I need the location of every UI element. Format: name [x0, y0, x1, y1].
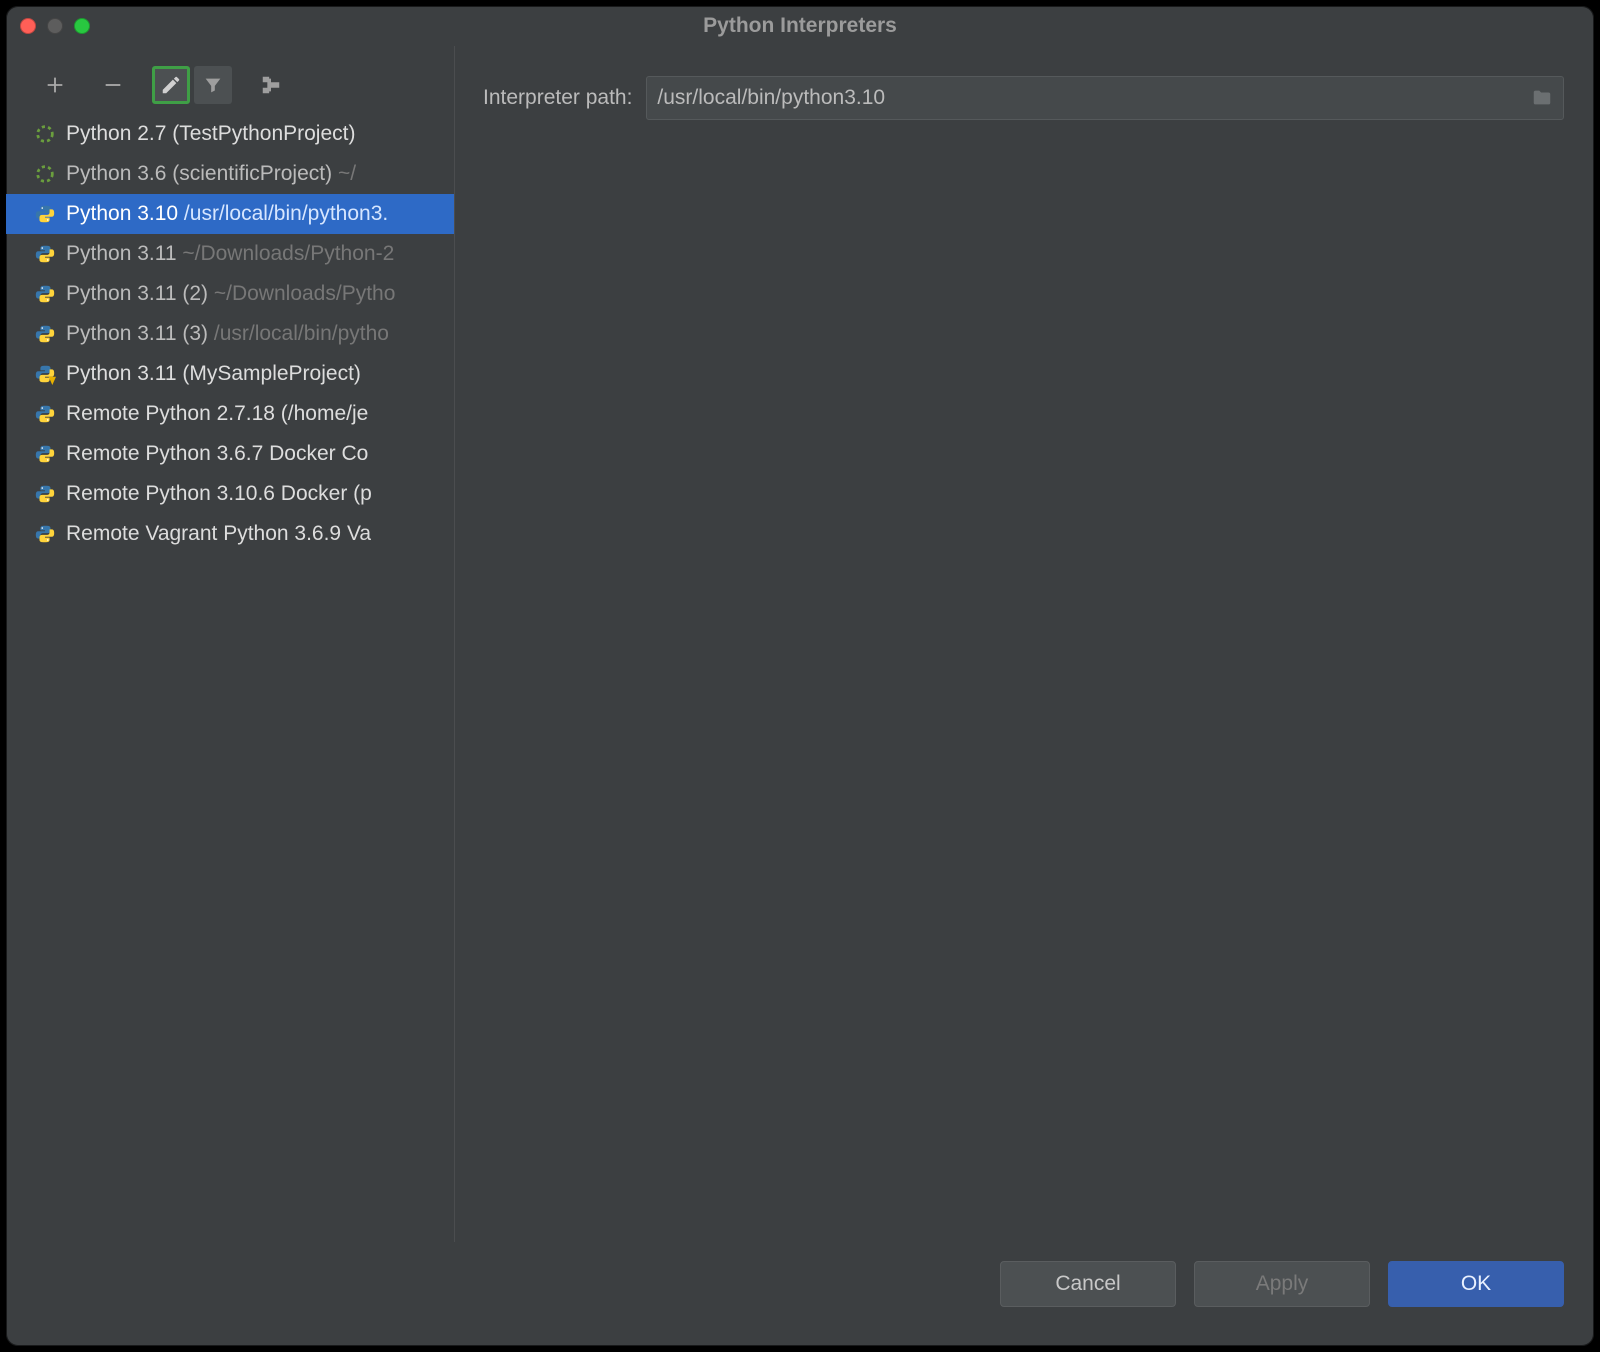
python-icon	[34, 443, 56, 465]
interpreter-label: Python 3.11 (MySampleProject)	[66, 362, 361, 386]
interpreter-label: Remote Python 3.6.7 Docker Co	[66, 442, 368, 466]
interpreter-list-item[interactable]: Python 3.11 (2) ~/Downloads/Pytho	[6, 274, 454, 314]
python-icon	[34, 203, 56, 225]
interpreter-path-label: Interpreter path:	[483, 86, 632, 110]
close-window-button[interactable]	[20, 18, 36, 34]
interpreter-list-item[interactable]: Remote Python 3.6.7 Docker Co	[6, 434, 454, 474]
cancel-button[interactable]: Cancel	[1000, 1261, 1176, 1307]
sidebar-toolbar	[6, 66, 454, 114]
interpreter-list-item[interactable]: Python 3.11 (MySampleProject)	[6, 354, 454, 394]
interpreter-list-item[interactable]: Remote Python 2.7.18 (/home/je	[6, 394, 454, 434]
python-icon	[34, 243, 56, 265]
minus-icon	[102, 74, 124, 96]
zoom-window-button[interactable]	[74, 18, 90, 34]
apply-button[interactable]: Apply	[1194, 1261, 1370, 1307]
plus-icon	[44, 74, 66, 96]
dialog-body: Python 2.7 (TestPythonProject) Python 3.6…	[6, 46, 1594, 1242]
interpreter-label: Python 3.6 (scientificProject) ~/	[66, 162, 356, 186]
interpreter-label: Python 2.7 (TestPythonProject)	[66, 122, 355, 146]
window-title: Python Interpreters	[6, 14, 1594, 38]
python-icon	[34, 403, 56, 425]
interpreter-label: Python 3.10 /usr/local/bin/python3.	[66, 202, 388, 226]
interpreter-list-item[interactable]: Python 3.10 /usr/local/bin/python3.	[6, 194, 454, 234]
dialog-footer: Cancel Apply OK	[6, 1242, 1594, 1346]
interpreter-label: Python 3.11 (2) ~/Downloads/Pytho	[66, 282, 395, 306]
python-icon	[34, 323, 56, 345]
interpreter-path-value: /usr/local/bin/python3.10	[657, 86, 1531, 110]
interpreter-path-row: Interpreter path: /usr/local/bin/python3…	[483, 76, 1564, 120]
pencil-icon	[160, 74, 182, 96]
edit-interpreter-button[interactable]	[152, 66, 190, 104]
show-paths-button[interactable]	[252, 66, 290, 104]
interpreter-list-item[interactable]: Python 2.7 (TestPythonProject)	[6, 114, 454, 154]
interpreter-label: Python 3.11 (3) /usr/local/bin/pytho	[66, 322, 389, 346]
tree-icon	[260, 74, 282, 96]
filter-interpreters-button[interactable]	[194, 66, 232, 104]
loading-ring-icon	[34, 163, 56, 185]
minimize-window-button[interactable]	[47, 18, 63, 34]
interpreter-list-item[interactable]: Remote Vagrant Python 3.6.9 Va	[6, 514, 454, 554]
remove-interpreter-button[interactable]	[94, 66, 132, 104]
interpreter-label: Python 3.11 ~/Downloads/Python-2	[66, 242, 394, 266]
browse-folder-icon[interactable]	[1531, 87, 1553, 109]
interpreter-list[interactable]: Python 2.7 (TestPythonProject) Python 3.6…	[6, 114, 454, 554]
interpreter-label: Remote Vagrant Python 3.6.9 Va	[66, 522, 371, 546]
interpreter-list-item[interactable]: Python 3.11 (3) /usr/local/bin/pytho	[6, 314, 454, 354]
interpreter-label: Remote Python 3.10.6 Docker (p	[66, 482, 372, 506]
python-venv-icon	[34, 363, 56, 385]
ok-button[interactable]: OK	[1388, 1261, 1564, 1307]
interpreter-label: Remote Python 2.7.18 (/home/je	[66, 402, 368, 426]
titlebar: Python Interpreters	[6, 6, 1594, 46]
dialog-window: Python Interpreters	[6, 6, 1594, 1346]
interpreter-list-item[interactable]: Python 3.6 (scientificProject) ~/	[6, 154, 454, 194]
python-icon	[34, 483, 56, 505]
python-icon	[34, 523, 56, 545]
loading-ring-icon	[34, 123, 56, 145]
add-interpreter-button[interactable]	[36, 66, 74, 104]
python-icon	[34, 283, 56, 305]
detail-panel: Interpreter path: /usr/local/bin/python3…	[455, 46, 1594, 1242]
window-controls	[20, 18, 90, 34]
interpreter-list-item[interactable]: Python 3.11 ~/Downloads/Python-2	[6, 234, 454, 274]
interpreter-list-item[interactable]: Remote Python 3.10.6 Docker (p	[6, 474, 454, 514]
interpreter-path-field[interactable]: /usr/local/bin/python3.10	[646, 76, 1564, 120]
filter-icon	[202, 74, 224, 96]
interpreter-sidebar: Python 2.7 (TestPythonProject) Python 3.6…	[6, 46, 455, 1242]
